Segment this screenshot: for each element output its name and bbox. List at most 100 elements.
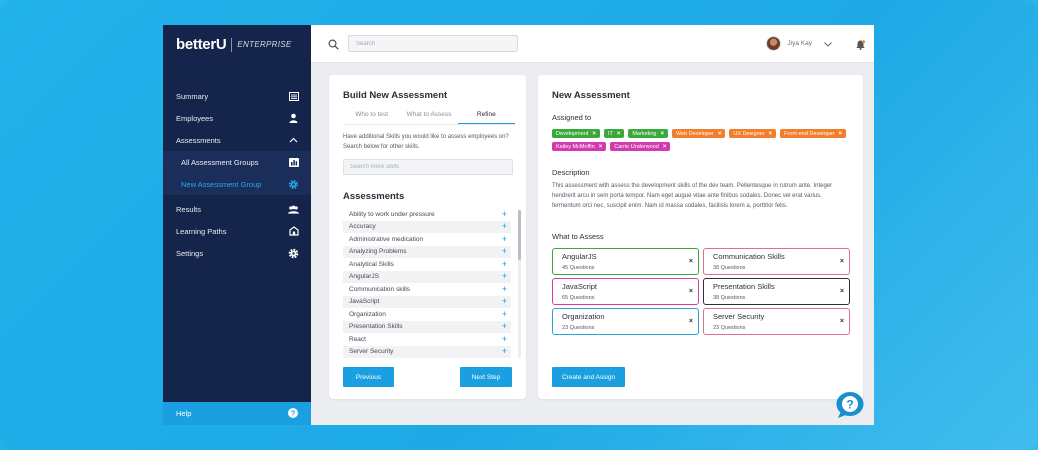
sidebar-item-label: Learning Paths: [176, 226, 227, 236]
bell-icon[interactable]: [856, 37, 865, 55]
assess-card[interactable]: Presentation Skills 38 Questions ×: [703, 278, 850, 305]
tag-label: Marketing: [632, 130, 657, 137]
sidebar-item-employees[interactable]: Employees: [163, 107, 311, 129]
list-item: Accuracy +: [343, 220, 511, 233]
sidebar-item-learning-paths[interactable]: Learning Paths: [163, 220, 311, 242]
sidebar-item-new-assessment-group[interactable]: New Assessment Group: [163, 173, 311, 195]
chevron-down-icon[interactable]: [824, 39, 832, 49]
close-icon[interactable]: ×: [769, 131, 773, 137]
plus-icon[interactable]: +: [502, 309, 507, 319]
assess-card[interactable]: Server Security 23 Questions ×: [703, 308, 850, 335]
assess-name: Organization: [562, 312, 605, 321]
close-icon[interactable]: ×: [689, 258, 693, 265]
close-icon[interactable]: ×: [661, 131, 665, 137]
skill-label: Administrative medication: [349, 235, 424, 243]
next-step-button[interactable]: Next Step: [460, 367, 512, 387]
assignee-tag: UX Designer ×: [729, 129, 777, 138]
list-item: React +: [343, 333, 511, 346]
user-name: Jiya Kay: [787, 40, 812, 47]
list-item: Communication skills +: [343, 283, 511, 296]
skill-label: AngularJS: [349, 273, 379, 281]
assigned-tags: Development × IT × Marketing × Web Develope…: [552, 129, 857, 151]
tag-label: UX Designer: [733, 130, 765, 137]
assess-card[interactable]: Organization 23 Questions ×: [552, 308, 699, 335]
close-icon[interactable]: ×: [689, 318, 693, 325]
plus-icon[interactable]: +: [502, 209, 507, 219]
close-icon[interactable]: ×: [839, 131, 843, 137]
plus-icon[interactable]: +: [502, 247, 507, 256]
scrollbar-thumb[interactable]: [518, 210, 521, 260]
plus-icon[interactable]: +: [502, 234, 507, 244]
person-icon: [288, 113, 299, 124]
assess-name: JavaScript: [562, 282, 598, 291]
list-item: Administrative medication +: [343, 233, 511, 246]
skill-label: Ability to work under pressure: [349, 210, 435, 218]
user-menu[interactable]: Jiya Kay: [766, 36, 832, 51]
skill-label: Presentation Skills: [349, 323, 403, 331]
avatar: [766, 36, 782, 51]
assess-card[interactable]: AngularJS 45 Questions ×: [552, 248, 699, 275]
help-button[interactable]: Help ?: [163, 402, 311, 425]
close-icon[interactable]: ×: [840, 318, 844, 325]
assess-name: Communication Skills: [713, 252, 785, 261]
plus-icon[interactable]: +: [502, 259, 507, 269]
close-icon[interactable]: ×: [689, 288, 693, 295]
skill-list-scrollbar[interactable]: [518, 210, 521, 358]
description-label: Description: [552, 168, 590, 177]
sidebar-item-assessments[interactable]: Assessments: [163, 129, 311, 151]
plus-icon[interactable]: +: [502, 334, 507, 344]
create-and-assign-button[interactable]: Create and Assign: [552, 367, 625, 387]
search-input[interactable]: [348, 35, 518, 52]
sidebar-item-all-assessment-groups[interactable]: All Assessment Groups: [163, 151, 311, 173]
sidebar-item-label: Assessments: [176, 135, 221, 145]
assignee-tag: Web Developer ×: [672, 129, 726, 138]
previous-button[interactable]: Previous: [343, 367, 394, 387]
tag-label: Kailey McMoffin: [556, 143, 595, 150]
skill-label: Analyzing Problems: [349, 248, 407, 256]
close-icon[interactable]: ×: [599, 144, 603, 150]
sidebar: betterU ENTERPRISE Summary Employees Ass…: [163, 25, 311, 425]
assess-name: Presentation Skills: [713, 282, 775, 291]
logo: betterU ENTERPRISE: [176, 36, 292, 53]
plus-icon[interactable]: +: [502, 322, 507, 331]
close-icon[interactable]: ×: [592, 131, 596, 137]
tab-who-to-test[interactable]: Who to test: [343, 111, 400, 124]
tab-what-to-assess[interactable]: What to Assess: [400, 111, 457, 124]
skill-label: JavaScript: [349, 298, 380, 306]
search-icon[interactable]: [328, 37, 339, 55]
brand-edition: ENTERPRISE: [237, 40, 292, 49]
gear-icon: [288, 179, 299, 190]
assignee-tag: Front-end Developer ×: [780, 129, 847, 138]
plus-icon[interactable]: +: [502, 272, 507, 281]
assess-count: 45 Questions: [562, 265, 595, 271]
tag-label: Development: [556, 130, 589, 137]
sidebar-item-summary[interactable]: Summary: [163, 85, 311, 107]
sidebar-item-label: All Assessment Groups: [181, 157, 259, 167]
close-icon[interactable]: ×: [840, 288, 844, 295]
plus-icon[interactable]: +: [502, 297, 507, 306]
sidebar-item-results[interactable]: Results: [163, 198, 311, 220]
sidebar-item-settings[interactable]: Settings: [163, 242, 311, 264]
tab-refine[interactable]: Refine: [457, 111, 515, 124]
skill-label: Analytical Skills: [349, 260, 394, 268]
plus-icon[interactable]: +: [502, 284, 507, 294]
plus-icon[interactable]: +: [502, 222, 507, 231]
skill-label: React: [349, 335, 366, 343]
close-icon[interactable]: ×: [840, 258, 844, 265]
assignee-tag: Kailey McMoffin ×: [552, 142, 607, 151]
group-icon: [288, 204, 299, 215]
list-item: Organization +: [343, 308, 511, 321]
plus-icon[interactable]: +: [502, 347, 507, 356]
skill-list: Ability to work under pressure + Accuracy…: [343, 208, 511, 358]
close-icon[interactable]: ×: [718, 131, 722, 137]
close-icon[interactable]: ×: [617, 131, 621, 137]
assess-count: 38 Questions: [713, 295, 746, 301]
assess-card[interactable]: JavaScript 65 Questions ×: [552, 278, 699, 305]
chat-help-icon[interactable]: ?: [835, 391, 865, 424]
sidebar-item-label: New Assessment Group: [181, 179, 262, 189]
close-icon[interactable]: ×: [663, 144, 667, 150]
assess-card[interactable]: Communication Skills 38 Questions ×: [703, 248, 850, 275]
skills-search-input[interactable]: [343, 159, 513, 175]
assess-count: 23 Questions: [713, 325, 746, 331]
top-bar: Jiya Kay: [311, 25, 874, 63]
